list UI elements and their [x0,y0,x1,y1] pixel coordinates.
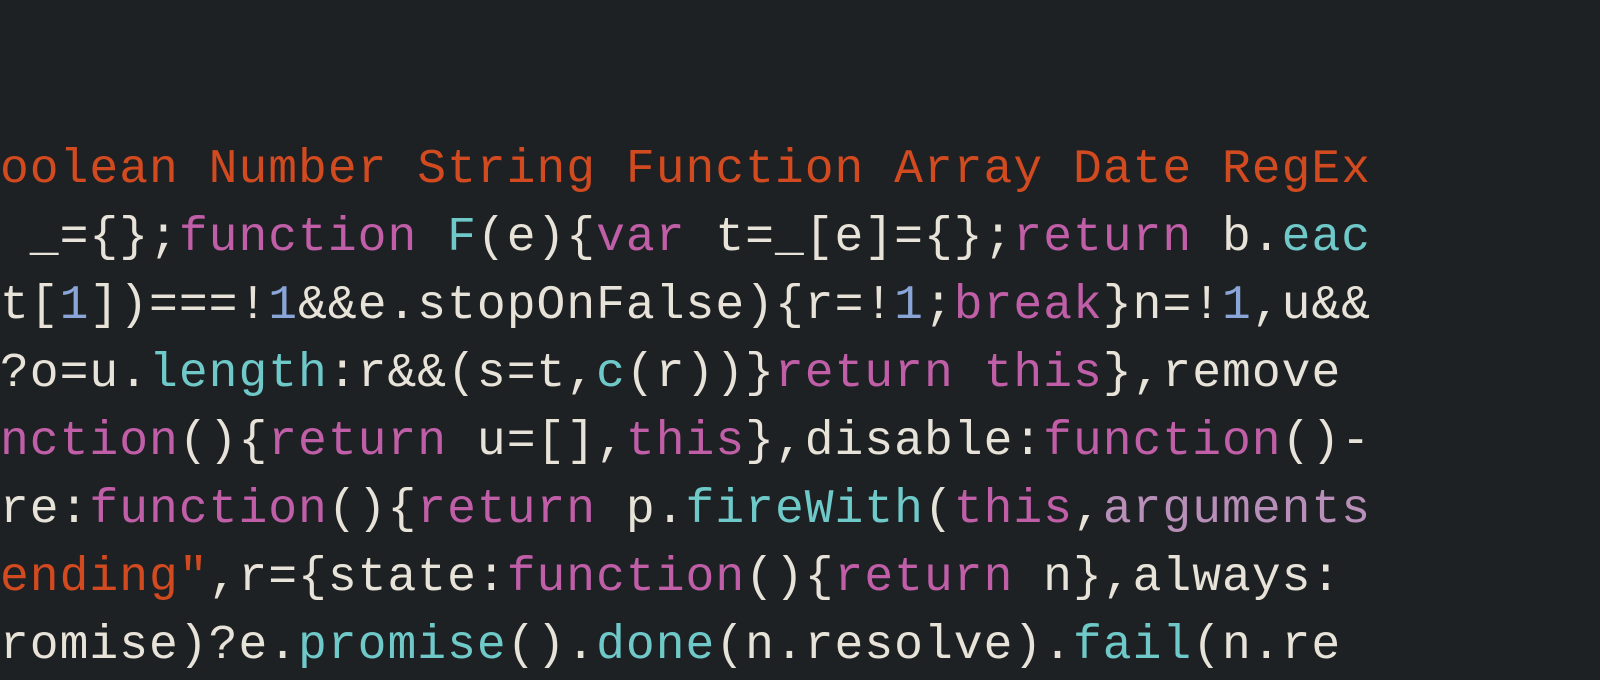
code-token: , [1073,483,1103,537]
code-token: break [954,279,1103,333]
code-token: p. [596,483,685,537]
code-token: promise [298,619,507,673]
code-token: (){ [179,415,268,469]
code-token [954,347,984,401]
code-token: nction [0,415,179,469]
code-line: ending",r={state:function(){return n},al… [0,544,1600,612]
code-token: this [626,415,745,469]
code-token: re [0,483,60,537]
code-token: ()- [1282,415,1371,469]
code-token: return [417,483,596,537]
code-token: ={}; [60,211,179,265]
code-token: arguments [1103,483,1371,537]
code-content: oolean Number String Function Array Date… [0,136,1600,680]
code-token: this [984,347,1103,401]
code-token: c [596,347,626,401]
code-token: :r&&(s=t, [328,347,596,401]
code-token: : [60,483,90,537]
code-token: ?o=u. [0,347,149,401]
code-token: )?e. [179,619,298,673]
code-token: (n.resolve). [715,619,1073,673]
code-token: ,r={state: [209,551,507,605]
code-token: return [268,415,447,469]
code-editor-viewport: oolean Number String Function Array Date… [0,0,1600,680]
code-token: b. [1192,211,1281,265]
code-token: t [0,279,30,333]
code-token: (){ [745,551,834,605]
code-token: (r))} [626,347,775,401]
code-token: eac [1282,211,1371,265]
code-token: t=_[e]={}; [686,211,1014,265]
code-token: &&e.stopOnFalse){r=! [298,279,894,333]
code-token: return [835,551,1014,605]
code-token: function [89,483,327,537]
code-token: 1 [60,279,90,333]
code-token: 1 [268,279,298,333]
code-token: ,u&& [1252,279,1371,333]
code-token: return [1013,211,1192,265]
code-token: oolean Number String Function Array Date… [0,143,1371,197]
code-line: _={};function F(e){var t=_[e]={};return … [0,204,1600,272]
code-token: 1 [1222,279,1252,333]
code-token: [ [30,279,60,333]
code-token: 1 [894,279,924,333]
code-token: this [954,483,1073,537]
code-token: (n.re [1192,619,1341,673]
code-line: ?o=u.length:r&&(s=t,c(r))}return this},r… [0,340,1600,408]
code-token: romise [0,619,179,673]
code-token: ( [924,483,954,537]
code-token: done [596,619,715,673]
code-token: function [179,211,417,265]
code-line: romise)?e.promise().done(n.resolve).fail… [0,612,1600,680]
code-line: oolean Number String Function Array Date… [0,136,1600,204]
code-token: function [1043,415,1281,469]
code-token: function [507,551,745,605]
code-token: }n=! [1103,279,1222,333]
code-token: F [447,211,477,265]
code-token: fail [1073,619,1192,673]
code-token: var [596,211,685,265]
code-token: fireWith [686,483,924,537]
code-token: (). [507,619,596,673]
code-line: re:function(){return p.fireWith(this,arg… [0,476,1600,544]
code-token: _ [0,211,60,265]
code-token: length [149,347,328,401]
code-token: (){ [328,483,417,537]
code-token [417,211,447,265]
code-token: ending" [0,551,209,605]
code-token: ])===! [89,279,268,333]
code-token: (e){ [477,211,596,265]
code-line: nction(){return u=[],this},disable:funct… [0,408,1600,476]
code-line: t[1])===!1&&e.stopOnFalse){r=!1;break}n=… [0,272,1600,340]
code-token: ; [924,279,954,333]
code-token: n},always: [1013,551,1341,605]
code-token: },disable: [745,415,1043,469]
code-token: u=[], [447,415,626,469]
code-token: },remove [1103,347,1341,401]
code-token: return [775,347,954,401]
